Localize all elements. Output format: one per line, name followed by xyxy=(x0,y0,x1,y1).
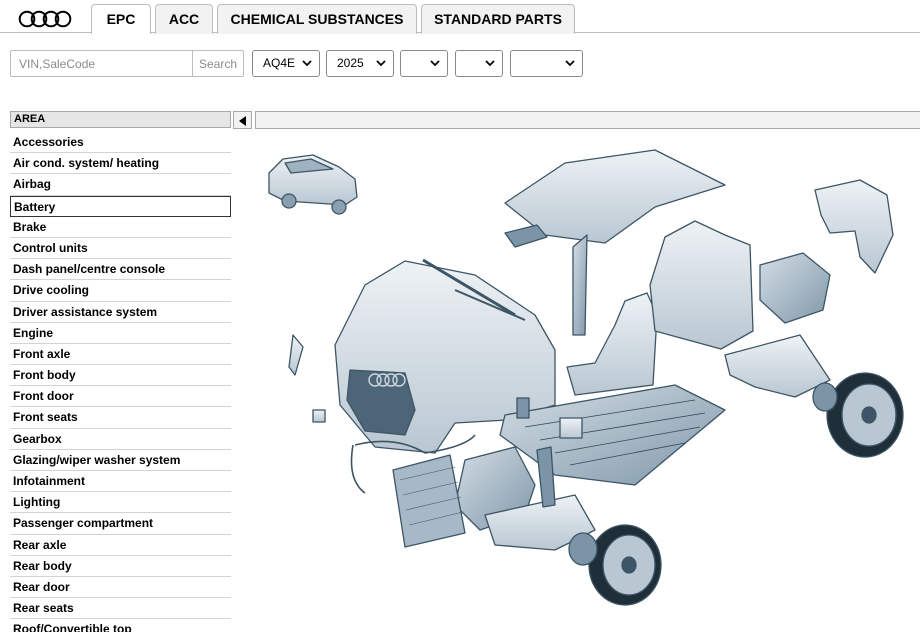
area-list-header: AREA xyxy=(10,111,231,128)
area-item[interactable]: Gearbox xyxy=(10,429,231,450)
area-item[interactable]: Driver assistance system xyxy=(10,302,231,323)
area-item[interactable]: Front body xyxy=(10,365,231,387)
area-item[interactable]: Glazing/wiper washer system xyxy=(10,450,231,471)
vin-search-input[interactable] xyxy=(10,50,193,77)
vehicle-thumbnail xyxy=(268,154,358,215)
area-item[interactable]: Rear axle xyxy=(10,535,231,556)
chevron-down-icon xyxy=(302,60,312,67)
area-item[interactable]: Front seats xyxy=(10,407,231,429)
collapse-panel-button[interactable] xyxy=(233,111,252,129)
chevron-down-icon xyxy=(430,60,440,67)
rear-quarter-panel xyxy=(814,179,894,274)
area-item[interactable]: Front door xyxy=(10,386,231,408)
rear-seat xyxy=(649,220,754,350)
area-item[interactable]: Lighting xyxy=(10,492,231,514)
b-pillar xyxy=(572,234,588,336)
radiator xyxy=(392,454,466,548)
area-item[interactable]: Control units xyxy=(10,238,231,260)
model-select-value: AQ4E xyxy=(263,56,296,70)
tab-chemical-substances[interactable]: CHEMICAL SUBSTANCES xyxy=(217,4,417,34)
chevron-down-icon xyxy=(485,60,495,67)
four-rings-logo[interactable] xyxy=(17,9,73,29)
filter-select-5[interactable] xyxy=(510,50,583,77)
front-wheel xyxy=(568,524,662,606)
area-item[interactable]: Brake xyxy=(10,217,231,238)
rear-wheel xyxy=(812,372,904,458)
area-item[interactable]: Air cond. system/ heating xyxy=(10,153,231,175)
vehicle-exploded-illustration[interactable] xyxy=(255,135,920,632)
tab-standard-parts[interactable]: STANDARD PARTS xyxy=(421,4,575,34)
area-item[interactable]: Passenger compartment xyxy=(10,513,231,535)
area-item[interactable]: Airbag xyxy=(10,174,231,196)
area-item[interactable]: Roof/Convertible top xyxy=(10,619,231,632)
battery-module xyxy=(559,417,583,439)
search-button[interactable]: Search xyxy=(192,50,244,77)
chevron-down-icon xyxy=(376,60,386,67)
area-item[interactable]: Front axle xyxy=(10,344,231,366)
year-select-value: 2025 xyxy=(337,56,364,70)
mirror-cap xyxy=(288,334,304,376)
top-header: EPC ACC CHEMICAL SUBSTANCES STANDARD PAR… xyxy=(0,0,920,34)
chevron-down-icon xyxy=(565,60,575,67)
illustration-toolbar xyxy=(255,111,920,129)
filter-select-4[interactable] xyxy=(455,50,503,77)
area-item[interactable]: Rear seats xyxy=(10,598,231,620)
sensor xyxy=(312,409,326,423)
area-item[interactable]: Battery xyxy=(10,195,231,217)
model-select[interactable]: AQ4E xyxy=(252,50,320,77)
area-item[interactable]: Dash panel/centre console xyxy=(10,259,231,281)
filter-select-3[interactable] xyxy=(400,50,448,77)
tab-epc[interactable]: EPC xyxy=(91,4,151,34)
area-item[interactable]: Rear door xyxy=(10,577,231,599)
area-item[interactable]: Engine xyxy=(10,323,231,344)
tab-acc[interactable]: ACC xyxy=(155,4,213,34)
year-select[interactable]: 2025 xyxy=(326,50,394,77)
rear-subframe xyxy=(724,334,831,398)
area-item[interactable]: Drive cooling xyxy=(10,280,231,302)
area-item[interactable]: Accessories xyxy=(10,132,231,154)
rear-motor xyxy=(759,252,831,324)
area-item[interactable]: Rear body xyxy=(10,556,231,577)
area-item[interactable]: Infotainment xyxy=(10,471,231,493)
triangle-left-icon xyxy=(239,116,246,126)
area-list: Accessories Air cond. system/ heating Airb… xyxy=(10,132,231,632)
